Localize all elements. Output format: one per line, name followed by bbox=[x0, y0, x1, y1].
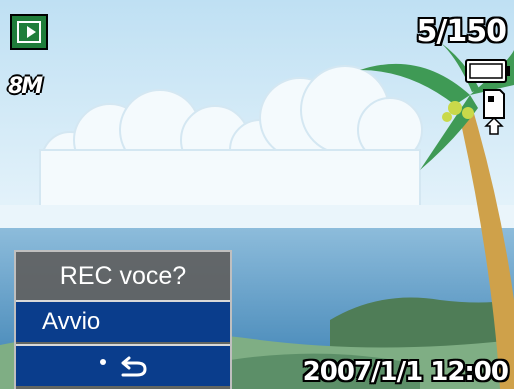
menu-item-label: Avvio bbox=[42, 308, 101, 335]
rec-voice-menu: REC voce? Avvio bbox=[14, 250, 232, 389]
menu-title: REC voce? bbox=[59, 262, 187, 290]
camera-playback-screen: 8M 5/150 REC voce? Avvio 2007/1/1 12:00 bbox=[0, 0, 514, 389]
menu-item-back[interactable] bbox=[16, 344, 230, 386]
playback-mode-icon bbox=[10, 14, 48, 50]
menu-item-start[interactable]: Avvio bbox=[16, 300, 230, 342]
date-time: 2007/1/1 12:00 bbox=[302, 357, 509, 387]
back-arrow-icon bbox=[100, 356, 147, 377]
image-size-label: 8M bbox=[8, 74, 43, 99]
image-size-icon: 8M bbox=[8, 74, 48, 108]
shot-counter: 5/150 bbox=[416, 14, 507, 49]
battery-icon bbox=[465, 59, 510, 83]
